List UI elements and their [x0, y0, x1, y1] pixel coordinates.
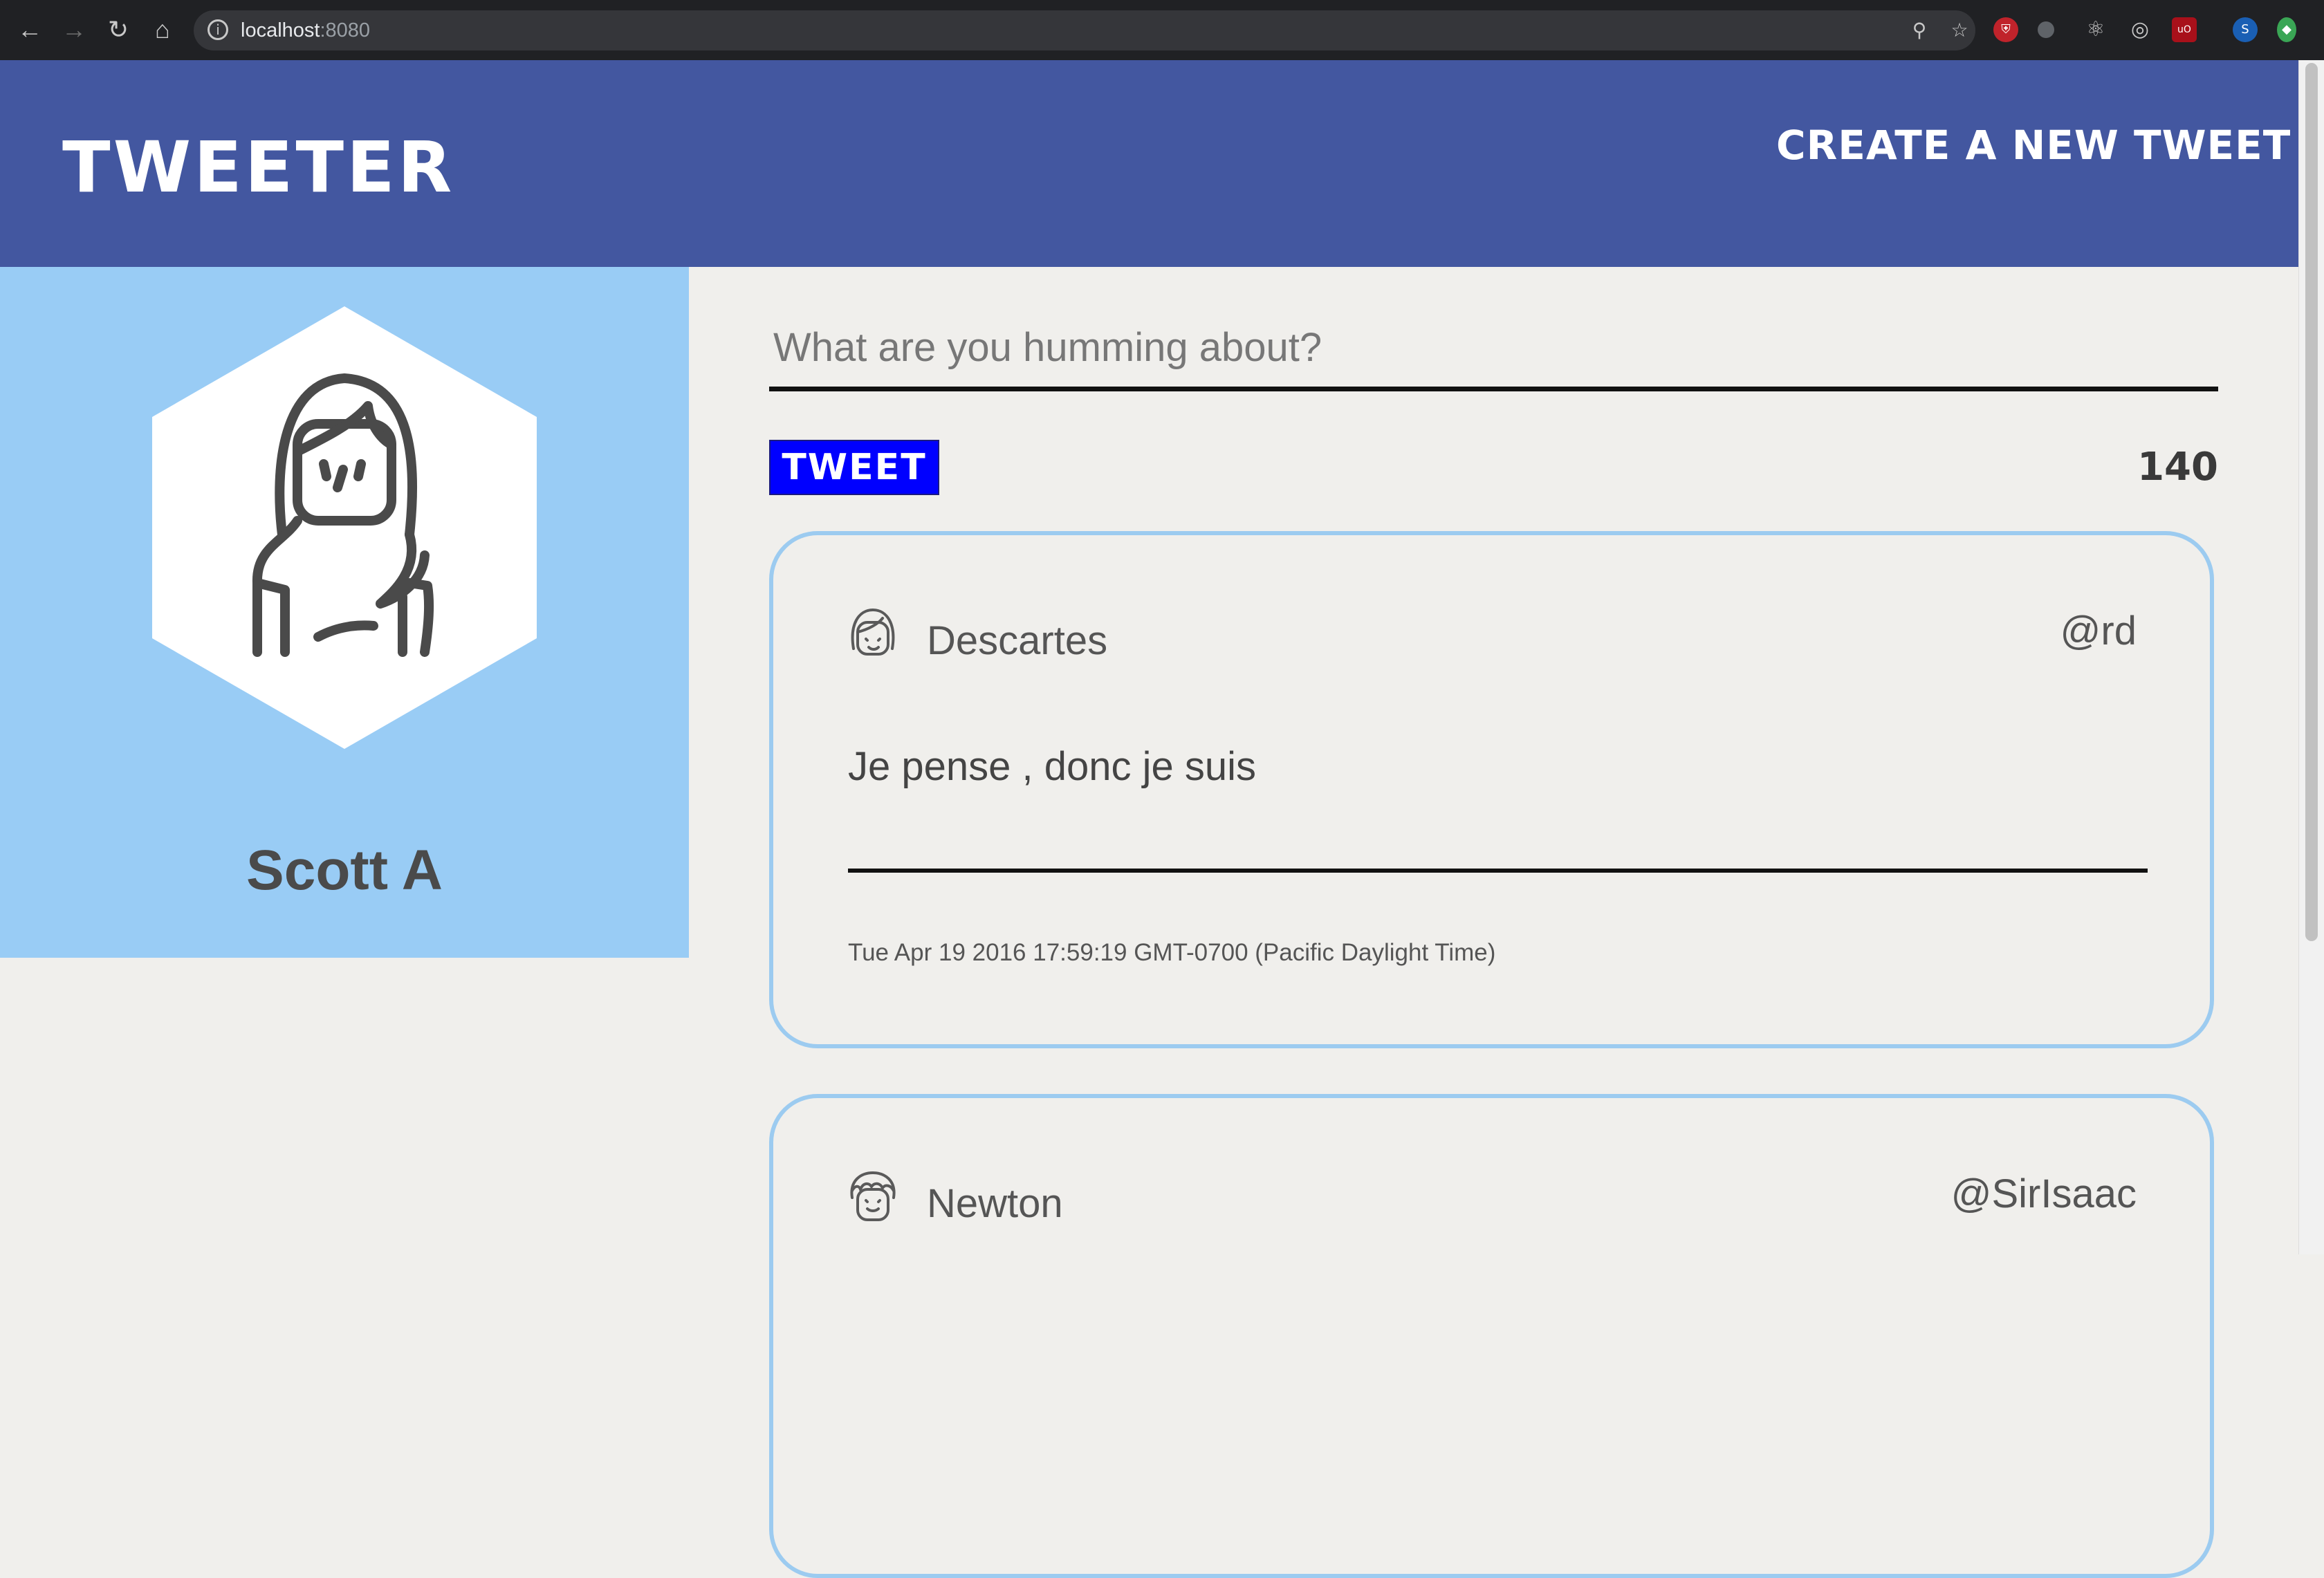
profile-panel: Scott A	[0, 267, 689, 958]
tweet-card: Newton @SirIsaac	[769, 1094, 2214, 1578]
forward-arrow-icon[interactable]: →	[58, 14, 90, 46]
react-extension-icon[interactable]: ⚛	[2083, 17, 2108, 42]
tweet-handle[interactable]: @SirIsaac	[1951, 1170, 2137, 1218]
address-bar[interactable]: i localhost:8080 ⚲ ☆	[194, 10, 1975, 50]
tweet-author: Newton	[927, 1181, 1063, 1226]
profile-avatar-hexagon	[152, 306, 537, 749]
url-text[interactable]: localhost:8080	[241, 19, 370, 42]
tweet-author: Descartes	[927, 618, 1108, 663]
green-extension-icon[interactable]: ◆	[2277, 17, 2296, 42]
user-avatar-icon	[850, 1171, 896, 1221]
shield-extension-icon[interactable]: ⛨	[1993, 17, 2018, 42]
ublock-extension-icon[interactable]: uO	[2172, 17, 2197, 42]
zoom-icon[interactable]: ⚲	[1908, 19, 1931, 42]
user-avatar-icon	[851, 608, 895, 656]
back-arrow-icon[interactable]: ←	[14, 14, 46, 46]
tweet-handle[interactable]: @rd	[2060, 607, 2137, 656]
page-scrollbar[interactable]	[2298, 60, 2324, 1254]
bookmark-star-icon[interactable]: ☆	[1948, 19, 1971, 42]
browser-toolbar: ← → ↻ ⌂ i localhost:8080 ⚲ ☆ ⛨ ⚛ ◎ uO S …	[0, 0, 2324, 60]
tweet-body: Je pense , donc je suis	[848, 744, 1257, 789]
bug-extension-icon[interactable]	[2038, 21, 2054, 38]
url-host: localhost	[241, 19, 320, 41]
tweet-divider	[848, 869, 2148, 873]
info-icon[interactable]: i	[208, 19, 228, 40]
new-tweet-input[interactable]	[769, 308, 2218, 391]
profile-name: Scott A	[246, 839, 443, 902]
scrollbar-thumb[interactable]	[2305, 63, 2318, 941]
character-counter: 140	[2137, 445, 2218, 490]
site-logo[interactable]: Tweeter	[62, 127, 454, 210]
tweet-timestamp: Tue Apr 19 2016 17:59:19 GMT-0700 (Pacif…	[848, 939, 1496, 966]
site-header: Tweeter Create a new tweet	[0, 60, 2298, 267]
create-new-tweet-link[interactable]: Create a new tweet	[1776, 121, 2291, 169]
home-icon[interactable]: ⌂	[147, 14, 178, 46]
target-extension-icon[interactable]: ◎	[2128, 17, 2152, 42]
profile-avatar[interactable]: S	[2233, 17, 2258, 42]
url-port: :8080	[320, 19, 371, 41]
tweet-card: Descartes @rd Je pense , donc je suis Tu…	[769, 531, 2214, 1048]
tweet-button[interactable]: Tweet	[769, 440, 939, 495]
reload-icon[interactable]: ↻	[102, 14, 134, 46]
